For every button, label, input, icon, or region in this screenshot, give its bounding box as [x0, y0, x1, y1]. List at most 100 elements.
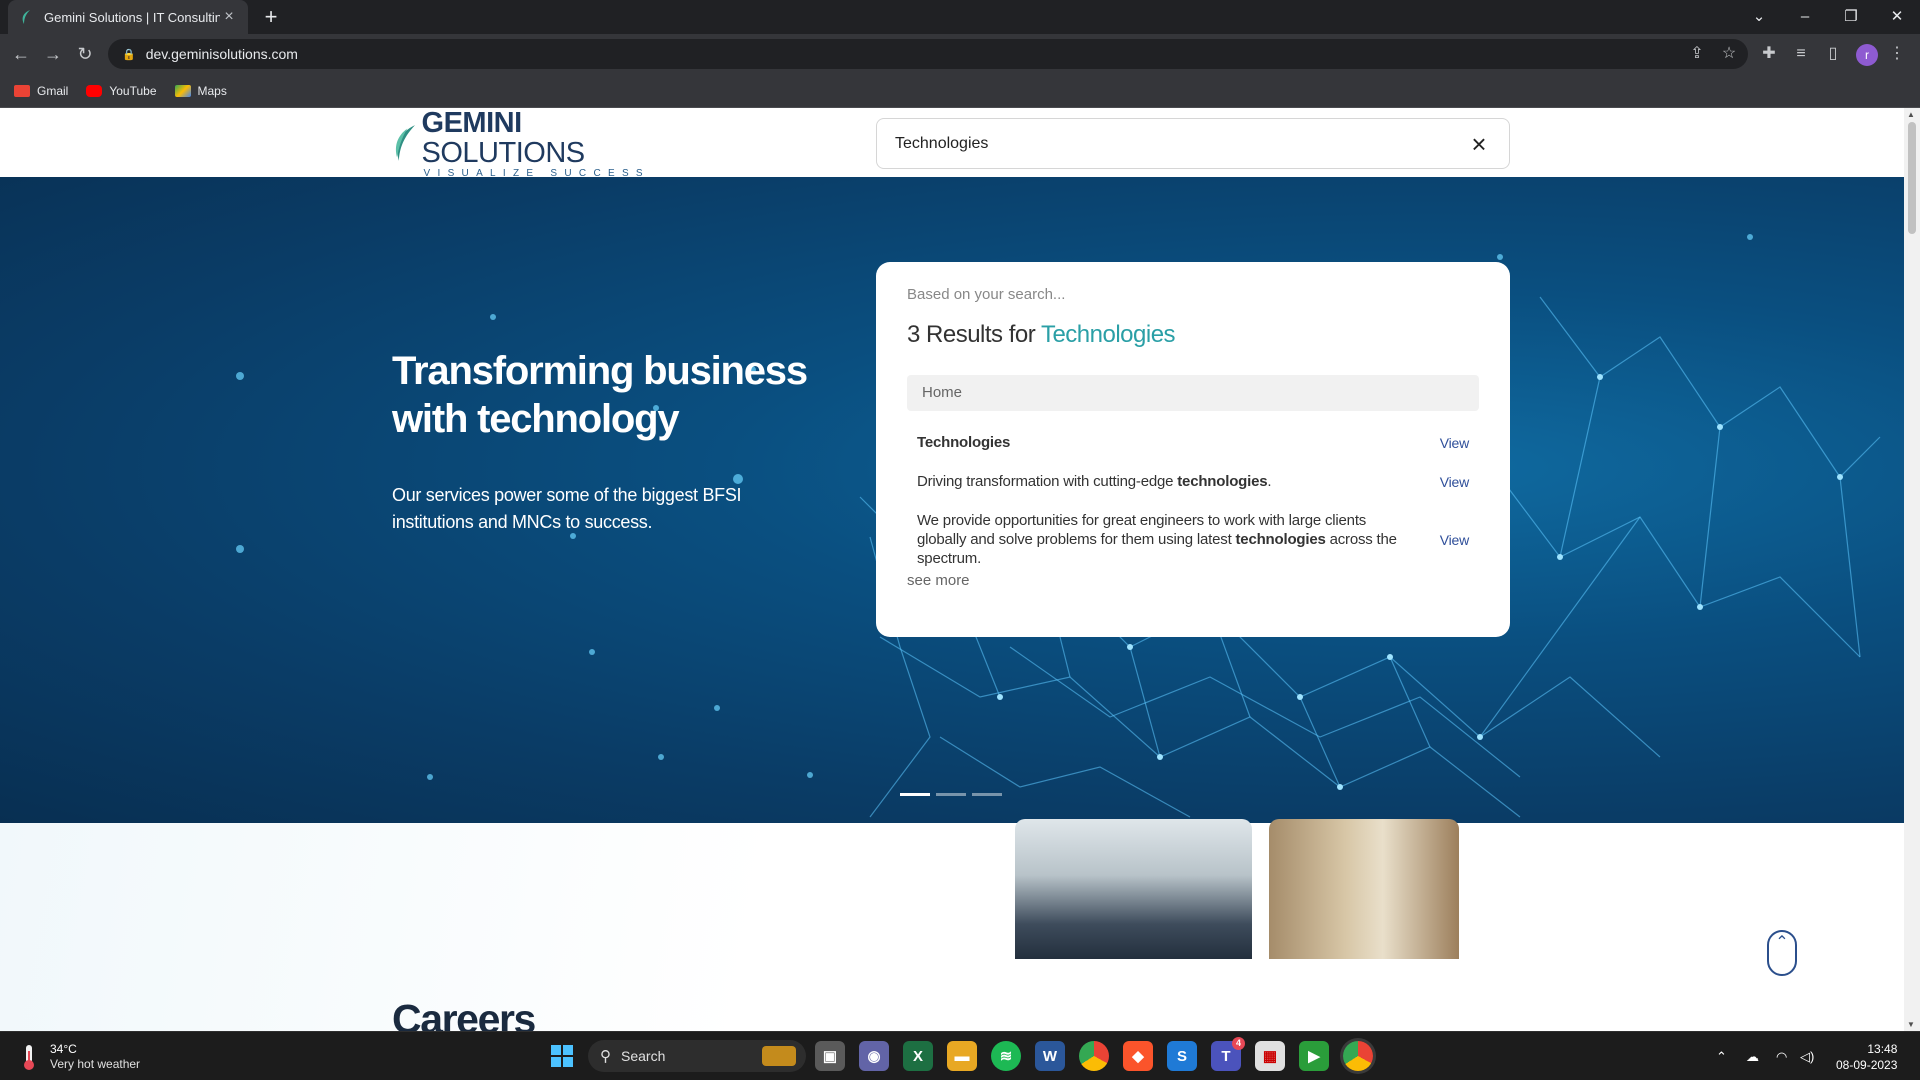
chrome-menu-icon[interactable]: ⋮ — [1884, 41, 1910, 67]
leaf-logo-icon — [395, 125, 415, 161]
site-header: GEMINI SOLUTIONS VISUALIZE SUCCESS × — [0, 108, 1904, 179]
result-text: Technologies — [917, 433, 1407, 452]
weather-widget[interactable]: 34°C Very hot weather — [18, 1042, 140, 1072]
maps-icon — [174, 84, 191, 97]
result-text: Driving transformation with cutting-edge… — [917, 472, 1407, 491]
search-result-item[interactable]: Driving transformation with cutting-edge… — [907, 472, 1479, 491]
clear-search-icon[interactable]: × — [1467, 131, 1491, 157]
scroll-to-top-button[interactable]: ⌃ — [1767, 930, 1797, 976]
chrome-active-icon[interactable] — [1343, 1041, 1373, 1071]
weather-temperature: 34°C — [50, 1042, 77, 1056]
media-player-icon[interactable]: ▶ — [1299, 1041, 1329, 1071]
bookmark-label: Maps — [197, 83, 227, 98]
restore-button[interactable]: ❐ — [1828, 0, 1874, 34]
address-bar[interactable]: 🔒 dev.geminisolutions.com — [108, 39, 1748, 69]
new-tab-button[interactable]: + — [258, 4, 284, 30]
site-search-input[interactable] — [895, 134, 1467, 153]
system-clock[interactable]: 13:48 08-09-2023 — [1836, 1041, 1897, 1073]
gmail-icon — [14, 84, 30, 97]
volume-icon[interactable]: ◁) — [1800, 1032, 1814, 1081]
bookmarks-bar: Gmail YouTube Maps — [0, 74, 1920, 108]
close-window-button[interactable]: ✕ — [1874, 0, 1920, 34]
search-icon: ⚲ — [600, 1048, 611, 1065]
result-match: technologies — [1235, 531, 1326, 548]
taskbar-search[interactable]: ⚲ Search — [588, 1040, 806, 1072]
file-explorer-icon[interactable]: ▬ — [947, 1041, 977, 1071]
result-view-link[interactable]: View — [1440, 474, 1469, 490]
tab-search-icon[interactable]: ⌄ — [1736, 0, 1782, 34]
calendar-app-icon[interactable]: ▦ — [1255, 1041, 1285, 1071]
browser-tab[interactable]: Gemini Solutions | IT Consulting, × — [8, 0, 248, 34]
minimize-button[interactable]: – — [1782, 0, 1828, 34]
teams-icon[interactable]: T4 — [1211, 1037, 1245, 1071]
side-panel-icon[interactable]: ▯ — [1820, 41, 1846, 67]
carousel-dot-1[interactable] — [900, 793, 930, 796]
hero-title: Transforming business with technology — [392, 349, 808, 441]
logo-bold: GEMINI — [421, 108, 523, 139]
excel-icon[interactable]: X — [903, 1041, 933, 1071]
careers-section: Careers — [0, 819, 1904, 1031]
carousel-dot-3[interactable] — [972, 793, 1002, 796]
thermometer-icon — [24, 1045, 34, 1070]
bookmark-gmail[interactable]: Gmail — [14, 84, 68, 98]
skype-style-icon[interactable]: S — [1167, 1041, 1197, 1071]
logo-wordmark: GEMINI SOLUTIONS — [422, 108, 652, 168]
media-control-icon[interactable]: ≡ — [1788, 41, 1814, 67]
spotify-icon[interactable]: ≋ — [991, 1041, 1021, 1071]
reload-icon[interactable]: ↻ — [72, 41, 98, 67]
careers-title: Careers — [392, 996, 536, 1031]
bookmark-maps[interactable]: Maps — [174, 83, 227, 98]
logo-tagline: VISUALIZE SUCCESS — [423, 167, 650, 179]
teams-chat-icon[interactable]: ◉ — [859, 1041, 889, 1071]
share-icon[interactable]: ⇪ — [1684, 41, 1710, 67]
weather-description: Very hot weather — [50, 1057, 141, 1071]
brave-icon[interactable]: ◆ — [1123, 1041, 1153, 1071]
careers-photo-reading — [1269, 819, 1459, 959]
youtube-icon — [86, 84, 103, 97]
profile-avatar[interactable]: r — [1856, 44, 1878, 66]
browser-tab-strip: Gemini Solutions | IT Consulting, × + ⌄ … — [0, 0, 1920, 34]
result-text: We provide opportunities for great engin… — [917, 511, 1407, 568]
scroll-up-arrow-icon[interactable]: ▲ — [1907, 110, 1915, 119]
search-result-item[interactable]: We provide opportunities for great engin… — [907, 511, 1479, 568]
bookmark-star-icon[interactable]: ☆ — [1716, 41, 1742, 67]
result-match: Technologies — [917, 434, 1011, 451]
tab-close-icon[interactable]: × — [220, 8, 238, 26]
address-url: dev.geminisolutions.com — [145, 46, 298, 62]
windows-taskbar: 34°C Very hot weather ⚲ Search ▣ ◉ X ▬ ≋… — [0, 1031, 1920, 1080]
bookmark-youtube[interactable]: YouTube — [86, 83, 157, 98]
taskbar-search-label: Search — [621, 1048, 666, 1064]
result-match: technologies — [1177, 473, 1268, 490]
results-count: 3 Results for Technologies — [907, 321, 1479, 349]
gemini-logo[interactable]: GEMINI SOLUTIONS VISUALIZE SUCCESS — [392, 108, 652, 179]
page-scrollbar[interactable]: ▲ ▼ — [1904, 108, 1920, 1031]
scroll-down-arrow-icon[interactable]: ▼ — [1907, 1020, 1915, 1029]
tray-overflow-icon[interactable]: ⌃ — [1716, 1032, 1727, 1081]
site-search-box: × — [876, 118, 1510, 169]
lock-icon: 🔒 — [122, 48, 136, 61]
tab-title: Gemini Solutions | IT Consulting, — [44, 9, 220, 25]
windows-start-icon[interactable] — [547, 1041, 577, 1071]
word-icon[interactable]: W — [1035, 1041, 1065, 1071]
extensions-icon[interactable]: ✚ — [1756, 41, 1782, 67]
onedrive-icon[interactable]: ☁ — [1746, 1032, 1759, 1081]
search-results-panel: Based on your search... 3 Results for Te… — [876, 262, 1510, 637]
carousel-dot-2[interactable] — [936, 793, 966, 796]
logo-rest: SOLUTIONS — [421, 136, 586, 169]
hero-banner: Transforming business with technology Ou… — [0, 177, 1904, 823]
see-more-link[interactable]: see more — [907, 572, 1479, 589]
scrollbar-thumb[interactable] — [1908, 122, 1916, 234]
chrome-icon[interactable] — [1079, 1041, 1109, 1071]
results-group-home: Home — [907, 375, 1479, 411]
wifi-icon[interactable]: ◠ — [1776, 1032, 1787, 1081]
task-view-icon[interactable]: ▣ — [815, 1041, 845, 1071]
back-icon[interactable]: ← — [8, 41, 34, 67]
forward-icon[interactable]: → — [40, 41, 66, 67]
results-term: Technologies — [1040, 321, 1176, 348]
hero-description: Our services power some of the biggest B… — [392, 485, 742, 532]
result-view-link[interactable]: View — [1440, 435, 1469, 451]
clock-time: 13:48 — [1867, 1042, 1898, 1056]
result-view-link[interactable]: View — [1440, 532, 1469, 548]
bookmark-label: YouTube — [109, 83, 157, 98]
search-result-item[interactable]: Technologies View — [907, 433, 1479, 452]
